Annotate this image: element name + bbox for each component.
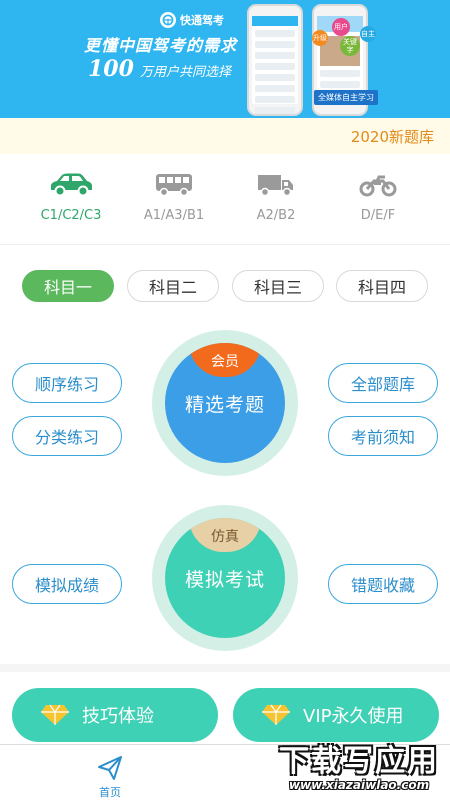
vehicle-truck[interactable]: A2/B2 bbox=[226, 172, 326, 223]
vehicle-label: C1/C2/C3 bbox=[40, 208, 102, 223]
users-number: 100 bbox=[88, 56, 134, 82]
steering-wheel-icon bbox=[160, 12, 176, 28]
phone-mockup bbox=[247, 4, 303, 116]
tips-experience-button[interactable]: 技巧体验 bbox=[12, 688, 218, 742]
feature-bubble: 关键字 bbox=[340, 36, 360, 56]
new-bank-notice[interactable]: 2020新题库 bbox=[0, 118, 450, 154]
section-divider bbox=[0, 664, 450, 672]
sequential-practice-button[interactable]: 顺序练习 bbox=[12, 363, 122, 403]
featured-questions-button[interactable]: 会员 精选考题 bbox=[165, 343, 285, 463]
vehicle-label: A2/B2 bbox=[256, 208, 296, 223]
tab-subject-4[interactable]: 科目四 bbox=[336, 270, 428, 302]
feature-bubble: 用户 bbox=[332, 18, 350, 36]
mock-exam-label: 模拟考试 bbox=[184, 568, 265, 591]
feature-bubble: 升级 bbox=[312, 30, 328, 46]
car-icon bbox=[51, 173, 92, 197]
motorcycle-icon bbox=[359, 175, 397, 197]
simulation-badge: 仿真 bbox=[189, 518, 261, 552]
banner-users: 100 万用户共同选择 bbox=[88, 56, 231, 82]
vehicle-motorcycle[interactable]: D/E/F bbox=[328, 172, 428, 223]
vip-button[interactable]: VIP永久使用 bbox=[233, 688, 439, 742]
mock-score-button[interactable]: 模拟成绩 bbox=[12, 564, 122, 604]
banner-slogan: 更懂中国驾考的需求 bbox=[84, 36, 238, 55]
truck-icon bbox=[258, 175, 293, 197]
exam-notes-button[interactable]: 考前须知 bbox=[328, 416, 438, 456]
tab-subject-1[interactable]: 科目一 bbox=[22, 270, 114, 302]
app-screen: 快通驾考 更懂中国驾考的需求 100 万用户共同选择 升级 用户 关键字 自主 bbox=[0, 0, 450, 800]
divider bbox=[0, 244, 450, 245]
brand: 快通驾考 bbox=[160, 12, 224, 28]
mock-exam-button[interactable]: 仿真 模拟考试 bbox=[165, 518, 285, 638]
featured-questions-label: 精选考题 bbox=[184, 393, 265, 416]
subject-tabs: 科目一 科目二 科目三 科目四 bbox=[0, 270, 450, 304]
watermark-main: 下载写应用 bbox=[279, 744, 439, 779]
tips-label: 技巧体验 bbox=[82, 706, 154, 727]
new-bank-label: 2020新题库 bbox=[350, 128, 434, 146]
tab-subject-3[interactable]: 科目三 bbox=[232, 270, 324, 302]
vehicle-selector: C1/C2/C3 A1/A3/B1 A2/B2 D/E/F bbox=[0, 172, 450, 232]
diamond-icon bbox=[262, 704, 290, 725]
vehicle-bus[interactable]: A1/A3/B1 bbox=[124, 172, 224, 223]
banner-tag: 全媒体自主学习 bbox=[314, 90, 378, 105]
wrong-collection-button[interactable]: 错题收藏 bbox=[328, 564, 438, 604]
feature-bubble: 自主 bbox=[360, 26, 376, 42]
paper-plane-icon bbox=[98, 756, 122, 780]
all-questions-button[interactable]: 全部题库 bbox=[328, 363, 438, 403]
diamond-icon bbox=[41, 704, 69, 725]
brand-name: 快通驾考 bbox=[180, 14, 224, 27]
category-practice-button[interactable]: 分类练习 bbox=[12, 416, 122, 456]
users-text: 万用户共同选择 bbox=[139, 65, 231, 80]
bus-icon bbox=[156, 174, 192, 197]
tab-home-label: 首页 bbox=[99, 786, 121, 799]
promo-banner[interactable]: 快通驾考 更懂中国驾考的需求 100 万用户共同选择 升级 用户 关键字 自主 bbox=[0, 0, 450, 118]
vehicle-label: A1/A3/B1 bbox=[143, 208, 205, 223]
tab-home[interactable]: 首页 bbox=[84, 755, 136, 800]
vehicle-label: D/E/F bbox=[360, 208, 396, 223]
vip-label: VIP永久使用 bbox=[303, 706, 404, 727]
watermark: 下载写应用 www.xiazaiwlao.com bbox=[268, 736, 450, 800]
vehicle-car[interactable]: C1/C2/C3 bbox=[21, 172, 121, 223]
member-badge: 会员 bbox=[189, 343, 261, 377]
watermark-url: www.xiazaiwlao.com bbox=[288, 778, 430, 792]
tab-subject-2[interactable]: 科目二 bbox=[127, 270, 219, 302]
